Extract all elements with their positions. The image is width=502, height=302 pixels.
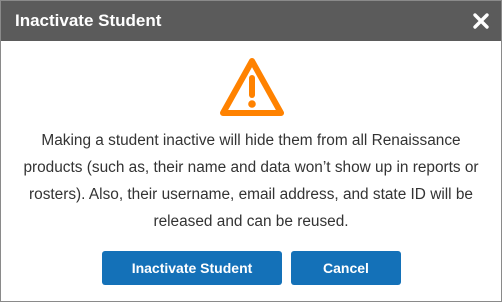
close-icon[interactable]: [471, 11, 491, 31]
dialog-title: Inactivate Student: [15, 11, 162, 30]
dialog-title-bar: Inactivate Student: [1, 1, 501, 41]
warning-icon: [220, 58, 284, 116]
inactivation-warning-message: Making a student inactive will hide them…: [23, 132, 479, 230]
inactivate-student-dialog: Inactivate Student Making a student inac…: [0, 0, 502, 302]
inactivate-student-button[interactable]: Inactivate Student: [102, 251, 282, 285]
close-icon-graphic: [473, 13, 489, 29]
cancel-button[interactable]: Cancel: [291, 251, 401, 285]
